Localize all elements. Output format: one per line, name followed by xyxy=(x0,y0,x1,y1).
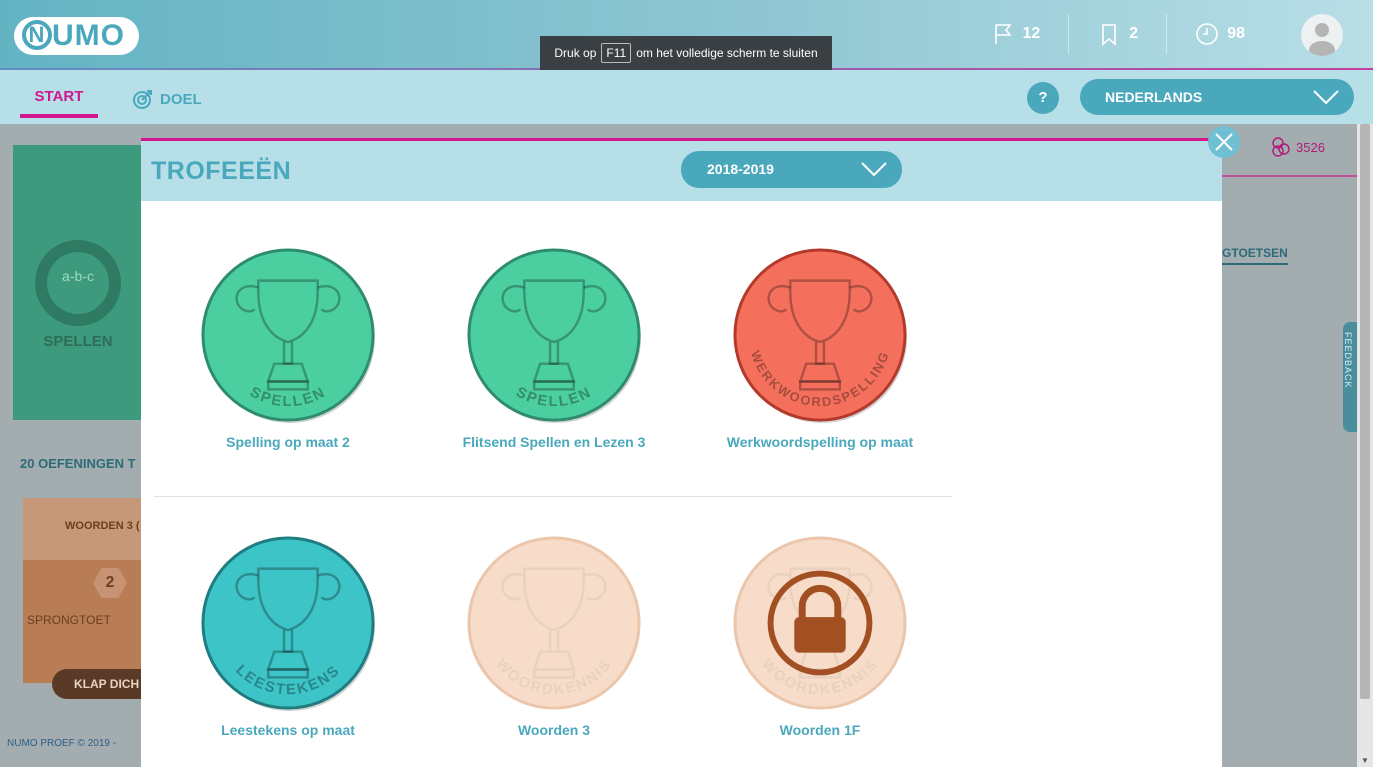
trophy-name: Spelling op maat 2 xyxy=(226,434,350,450)
bookmarks-count: 2 xyxy=(1129,25,1139,42)
fullscreen-tip-suffix: om het volledige scherm te sluiten xyxy=(636,46,818,60)
tab-doel[interactable]: DOEL xyxy=(132,88,202,110)
header-stats: 12 2 98 xyxy=(963,14,1274,54)
nav-bar: START DOEL ? NEDERLANDS xyxy=(0,70,1373,124)
trophy-badge: SPELLEN xyxy=(201,248,376,424)
trophy-badge: SPELLEN xyxy=(467,248,642,424)
time-stat[interactable]: 98 xyxy=(1166,14,1273,54)
flag-icon xyxy=(994,24,1012,44)
spellen-card-icon-text: a-b-c xyxy=(62,268,94,284)
trophy-name: Woorden 3 xyxy=(517,722,591,738)
trophy-badge: WERKWOORDSPELLING xyxy=(733,248,908,424)
modal-header: TROFEEËN 2018-2019 xyxy=(141,141,1222,201)
flags-stat[interactable]: 12 xyxy=(963,14,1069,54)
numo-counter-value: 3526 xyxy=(1296,139,1325,155)
trophy-badge: WOORDKENNIS xyxy=(467,536,641,710)
tab-start[interactable]: START xyxy=(20,88,98,118)
trophy-name: Werkwoordspelling op maat xyxy=(726,434,914,450)
trophy-row-divider xyxy=(154,496,952,497)
tab-doel-label: DOEL xyxy=(160,90,202,108)
numo-logo[interactable]: N UMO xyxy=(14,17,139,55)
chevron-down-icon xyxy=(861,162,887,177)
time-count: 98 xyxy=(1227,25,1245,42)
bookmarks-stat[interactable]: 2 xyxy=(1068,14,1166,54)
footer-copyright: NUMO PROEF © 2019 - xyxy=(7,738,117,749)
numo-coin-icon xyxy=(1272,137,1290,157)
feedback-tab[interactable]: FEEDBACK xyxy=(1343,322,1357,432)
user-icon xyxy=(1309,23,1335,56)
feedback-label: FEEDBACK xyxy=(1343,332,1353,389)
trophy-name: Woorden 1F xyxy=(779,722,861,738)
scroll-down-arrow-icon[interactable]: ▼ xyxy=(1361,756,1369,765)
target-icon xyxy=(133,90,152,109)
fullscreen-tip-key: F11 xyxy=(601,43,632,63)
woorden-card-number: 2 xyxy=(93,568,127,598)
year-select[interactable]: 2018-2019 xyxy=(681,151,902,188)
woorden-card-sub: SPRONGTOET xyxy=(27,613,111,627)
trophy-item[interactable]: LEESTEKENS Leestekens op maat xyxy=(168,534,408,738)
trophy-item[interactable]: SPELLEN Spelling op maat 2 xyxy=(168,246,408,450)
trophy-badge: LEESTEKENS xyxy=(201,536,376,712)
klap-dicht-button[interactable]: KLAP DICH xyxy=(52,669,142,699)
help-button[interactable]: ? xyxy=(1027,82,1059,114)
trophy-item[interactable]: WERKWOORDSPELLING Werkwoordspelling op ma… xyxy=(700,246,940,450)
bookmark-icon xyxy=(1102,24,1117,46)
bg-gtoetsen-tab[interactable]: GTOETSEN xyxy=(1222,246,1288,265)
year-select-value: 2018-2019 xyxy=(707,161,774,177)
trophy-name: Leestekens op maat xyxy=(221,722,355,738)
woorden-card[interactable]: WOORDEN 3 ( 2 SPRONGTOET xyxy=(23,498,143,683)
trophy-item[interactable]: WOORDKENNIS Woorden 1F xyxy=(700,534,940,738)
woorden-card-title: WOORDEN 3 ( xyxy=(23,498,143,560)
language-select[interactable]: NEDERLANDS xyxy=(1080,79,1354,115)
numo-counter: 3526 xyxy=(1270,136,1325,158)
chevron-down-icon xyxy=(1313,90,1339,105)
scrollbar-thumb[interactable] xyxy=(1360,124,1370,699)
close-icon xyxy=(1215,133,1233,151)
modal-title: TROFEEËN xyxy=(151,157,292,185)
spellen-card[interactable]: a-b-c SPELLEN xyxy=(13,145,143,420)
trophy-item[interactable]: WOORDKENNIS Woorden 3 xyxy=(434,534,674,738)
oefeningen-label: 20 OEFENINGEN T xyxy=(20,456,136,471)
trophies-modal: TROFEEËN 2018-2019 SPELLEN Spelling op ma… xyxy=(141,138,1222,767)
clock-icon xyxy=(1196,23,1219,45)
spellen-card-label: SPELLEN xyxy=(43,333,113,350)
close-modal-button[interactable] xyxy=(1208,126,1240,158)
page-scrollbar[interactable]: ▼ xyxy=(1357,124,1373,767)
avatar[interactable] xyxy=(1301,14,1343,56)
flags-count: 12 xyxy=(1022,25,1041,42)
language-value: NEDERLANDS xyxy=(1105,89,1203,105)
fullscreen-tip: Druk op F11 om het volledige scherm te s… xyxy=(540,36,832,70)
trophy-badge: WOORDKENNIS xyxy=(733,536,907,710)
trophy-name: Flitsend Spellen en Lezen 3 xyxy=(462,434,646,450)
trophy-item[interactable]: SPELLEN Flitsend Spellen en Lezen 3 xyxy=(434,246,674,450)
bg-divider xyxy=(1222,175,1357,177)
fullscreen-tip-prefix: Druk op xyxy=(554,46,597,60)
